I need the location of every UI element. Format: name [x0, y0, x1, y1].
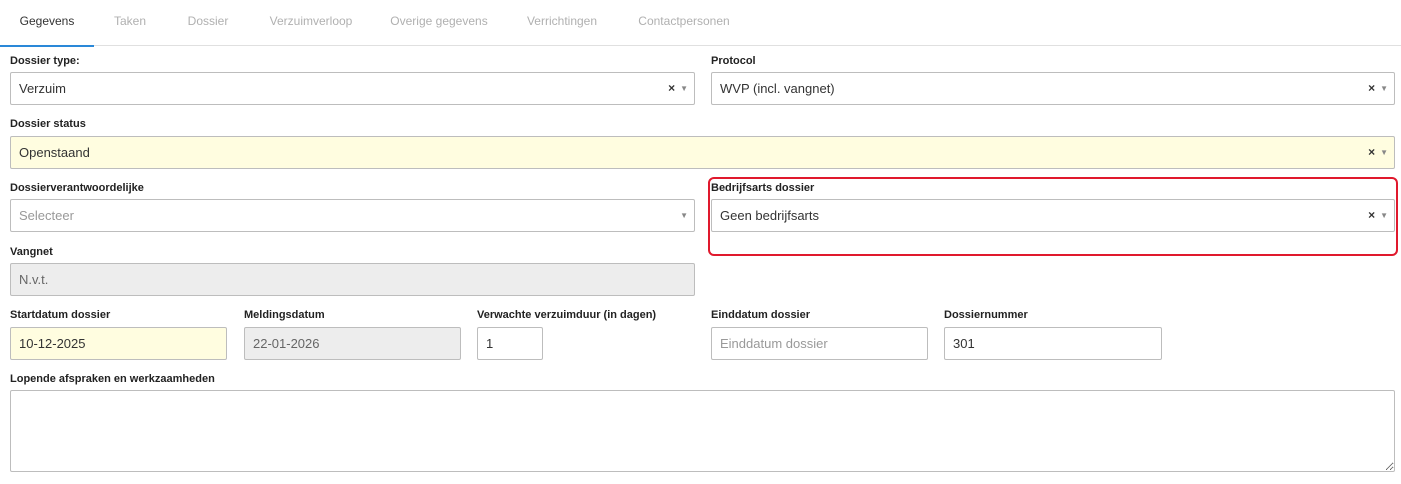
clear-x-icon[interactable]: × [1368, 73, 1375, 104]
vangnet-field: N.v.t. [10, 263, 695, 296]
dossiernummer-field[interactable]: 301 [944, 327, 1162, 360]
verwachte-duur-value: 1 [486, 336, 494, 351]
dossierverantwoordelijke-select[interactable]: Selecteer ▼ [10, 199, 695, 232]
caret-down-icon[interactable]: ▼ [680, 73, 688, 104]
clear-x-icon[interactable]: × [1368, 200, 1375, 231]
meldingsdatum-label: Meldingsdatum [244, 309, 325, 321]
tab-bar: Gegevens Taken Dossier Verzuimverloop Ov… [0, 0, 1401, 47]
startdatum-label: Startdatum dossier [10, 309, 111, 321]
meldingsdatum-field: 22-01-2026 [244, 327, 461, 360]
dossier-status-select[interactable]: Openstaand × ▼ [10, 136, 1395, 169]
einddatum-label: Einddatum dossier [711, 309, 811, 321]
protocol-label: Protocol [711, 55, 756, 67]
caret-down-icon[interactable]: ▼ [1380, 137, 1388, 168]
protocol-select[interactable]: WVP (incl. vangnet) × ▼ [711, 72, 1395, 105]
dossier-type-select[interactable]: Verzuim × ▼ [10, 72, 695, 105]
caret-down-icon[interactable]: ▼ [680, 200, 688, 231]
protocol-value: WVP (incl. vangnet) [720, 81, 835, 96]
tab-gegevens[interactable]: Gegevens [0, 0, 94, 47]
vangnet-label: Vangnet [10, 246, 53, 258]
verwachte-duur-label: Verwachte verzuimduur (in dagen) [477, 309, 657, 321]
dossiernummer-value: 301 [953, 336, 975, 351]
afspraken-textarea[interactable] [10, 390, 1395, 472]
dossiernummer-label: Dossiernummer [944, 309, 1028, 321]
dossier-type-value: Verzuim [19, 81, 66, 96]
startdatum-value: 10-12-2025 [19, 336, 86, 351]
tab-taken[interactable]: Taken [101, 0, 159, 46]
caret-down-icon[interactable]: ▼ [1380, 73, 1388, 104]
bedrijfsarts-select[interactable]: Geen bedrijfsarts × ▼ [711, 199, 1395, 232]
bedrijfsarts-label: Bedrijfsarts dossier [711, 182, 815, 194]
dossier-status-label: Dossier status [10, 118, 86, 130]
dossierverantwoordelijke-label: Dossierverantwoordelijke [10, 182, 144, 194]
afspraken-label: Lopende afspraken en werkzaamheden [10, 373, 215, 385]
vangnet-value: N.v.t. [19, 272, 49, 287]
tab-verrichtingen[interactable]: Verrichtingen [518, 0, 606, 46]
dossierverantwoordelijke-placeholder: Selecteer [19, 208, 74, 223]
startdatum-field[interactable]: 10-12-2025 [10, 327, 227, 360]
tab-verzuimverloop[interactable]: Verzuimverloop [262, 0, 360, 46]
meldingsdatum-value: 22-01-2026 [253, 336, 320, 351]
dossier-type-label: Dossier type: [10, 55, 80, 67]
tab-contactpersonen[interactable]: Contactpersonen [629, 0, 739, 46]
verwachte-duur-field[interactable]: 1 [477, 327, 543, 360]
caret-down-icon[interactable]: ▼ [1380, 200, 1388, 231]
tab-overige-gegevens[interactable]: Overige gegevens [383, 0, 495, 46]
bedrijfsarts-value: Geen bedrijfsarts [720, 208, 819, 223]
dossier-status-value: Openstaand [19, 145, 90, 160]
einddatum-input[interactable] [711, 327, 928, 360]
clear-x-icon[interactable]: × [668, 73, 675, 104]
tab-dossier[interactable]: Dossier [177, 0, 239, 46]
clear-x-icon[interactable]: × [1368, 137, 1375, 168]
